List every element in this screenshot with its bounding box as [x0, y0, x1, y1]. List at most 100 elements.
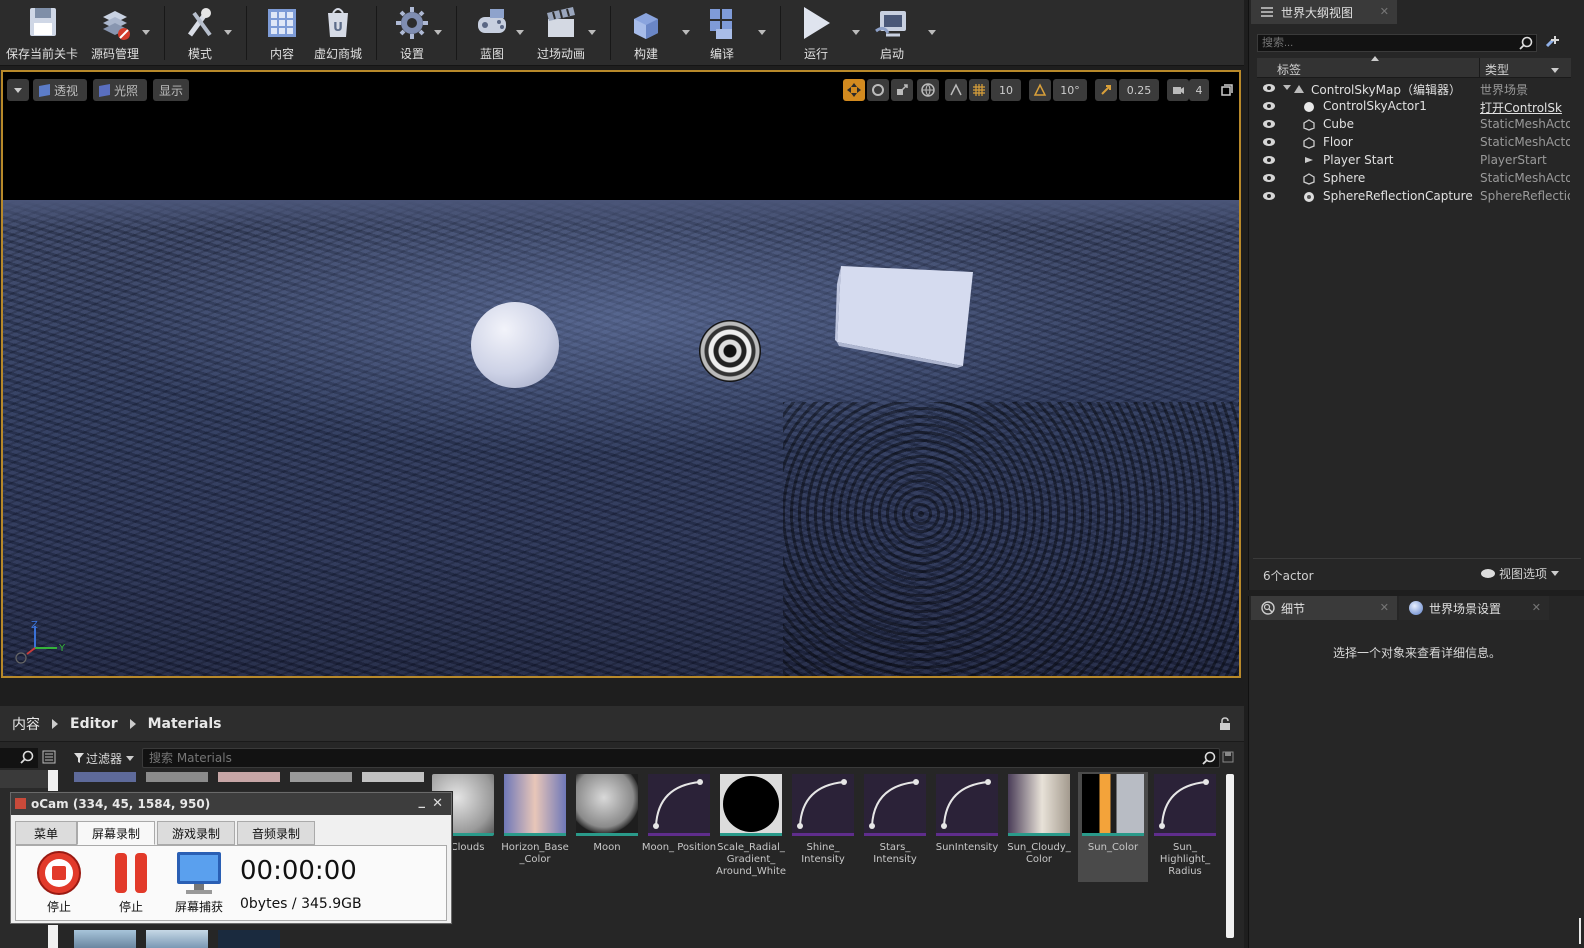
perspective-button[interactable]: 透视 [33, 79, 87, 101]
ocam-tab-screen-recording[interactable]: 屏幕录制 [77, 821, 155, 845]
lit-button[interactable]: 光照 [93, 79, 147, 101]
scale-snap-value[interactable]: 0.25 [1119, 79, 1159, 101]
column-label[interactable]: 标签 [1277, 61, 1301, 78]
ocam-tab-game-recording[interactable]: 游戏录制 [157, 821, 235, 845]
filter-button[interactable]: 过滤器 [74, 748, 135, 768]
sphere-actor[interactable] [471, 302, 559, 388]
build-button[interactable]: 构建 [626, 3, 666, 63]
close-icon[interactable]: ✕ [1380, 5, 1389, 18]
modes-dropdown[interactable] [224, 30, 232, 35]
outliner-search-input[interactable] [1257, 34, 1537, 52]
column-type[interactable]: 类型 [1485, 61, 1509, 78]
translate-mode-icon[interactable] [843, 79, 865, 101]
outliner-row-player-start[interactable]: Player Start PlayerStart [1257, 152, 1571, 170]
build-dropdown[interactable] [682, 30, 690, 35]
asset-tile[interactable]: Horizon_Base _Color [501, 772, 569, 882]
scale-mode-icon[interactable] [891, 79, 913, 101]
list-view-icon[interactable] [42, 750, 56, 767]
minimize-button[interactable]: _ [419, 794, 426, 809]
breadcrumb-content[interactable]: 内容 [12, 714, 40, 734]
view-options-button[interactable]: 视图选项 [1481, 565, 1560, 582]
eye-icon[interactable] [1263, 192, 1275, 200]
screen-capture-button[interactable]: 屏幕捕获 [174, 850, 224, 915]
eye-icon[interactable] [1263, 84, 1275, 92]
asset-tile[interactable]: Sun_Cloudy_ Color [1006, 772, 1072, 882]
cinematics-button[interactable]: 过场动画 [534, 3, 588, 63]
eye-icon[interactable] [1263, 138, 1275, 146]
asset-tile[interactable]: Shine_ Intensity [790, 772, 856, 882]
cinematics-dropdown[interactable] [588, 30, 596, 35]
settings-dropdown[interactable] [434, 30, 442, 35]
outliner-row-world[interactable]: ControlSkyMap（编辑器） 世界场景 [1257, 80, 1571, 98]
outliner-row-control-sky-actor[interactable]: ControlSkyActor1 打开ControlSk [1257, 98, 1571, 116]
pause-button[interactable]: 停止 [108, 850, 154, 915]
viewport-options-button[interactable] [7, 79, 29, 101]
save-current-level-button[interactable]: 保存当前关卡 [6, 3, 78, 63]
camera-speed-icon[interactable] [1167, 79, 1189, 101]
chevron-down-icon[interactable] [1551, 68, 1559, 73]
modes-button[interactable]: 模式 [178, 3, 222, 63]
asset-search-input[interactable] [142, 748, 1220, 768]
settings-button[interactable]: 设置 [392, 3, 432, 63]
asset-tile-selected[interactable]: Sun_Color [1078, 772, 1148, 882]
close-icon[interactable]: ✕ [1532, 601, 1541, 614]
outliner-row-sphere[interactable]: Sphere StaticMeshActo [1257, 170, 1571, 188]
blueprint-dropdown[interactable] [516, 30, 524, 35]
source-control-dropdown[interactable] [142, 30, 150, 35]
asset-tile[interactable]: Sun_ Highlight_ Radius [1152, 772, 1218, 882]
eye-icon[interactable] [1263, 156, 1275, 164]
ocam-tab-menu[interactable]: 菜单 [15, 821, 77, 845]
asset-grid-scrollbar[interactable] [1226, 774, 1234, 938]
world-settings-tab[interactable]: 世界场景设置 ✕ [1399, 596, 1549, 620]
blueprint-button[interactable]: 蓝图 [470, 3, 514, 63]
add-filter-icon[interactable] [1545, 34, 1561, 53]
compile-dropdown[interactable] [758, 30, 766, 35]
eye-icon[interactable] [1263, 174, 1275, 182]
eye-icon[interactable] [1263, 102, 1275, 110]
maximize-viewport-icon[interactable] [1217, 79, 1237, 101]
marketplace-button[interactable]: U 虚幻商城 [310, 3, 366, 63]
camera-speed-value[interactable]: 4 [1189, 79, 1209, 101]
content-button[interactable]: 内容 [260, 3, 304, 63]
show-button[interactable]: 显示 [153, 79, 189, 101]
world-outliner-tab[interactable]: 世界大纲视图 ✕ [1251, 0, 1397, 24]
world-space-icon[interactable] [917, 79, 939, 101]
close-icon[interactable]: ✕ [1380, 601, 1389, 614]
asset-tile[interactable]: Moon [574, 772, 640, 882]
ocam-window[interactable]: oCam (334, 45, 1584, 950) _ ✕ 菜单 屏幕录制 游戏… [10, 792, 452, 924]
scale-snap-icon[interactable] [1095, 79, 1117, 101]
ocam-title-bar[interactable]: oCam (334, 45, 1584, 950) _ ✕ [11, 793, 451, 815]
outliner-row-floor[interactable]: Floor StaticMeshActo [1257, 134, 1571, 152]
panel-resize-handle[interactable] [1559, 918, 1581, 944]
source-control-button[interactable]: 源码管理 [88, 3, 142, 63]
cube-actor[interactable] [835, 264, 975, 368]
play-button[interactable]: 运行 [794, 3, 838, 63]
save-search-icon[interactable] [1222, 751, 1234, 766]
eye-icon[interactable] [1263, 120, 1275, 128]
asset-tile[interactable]: SunIntensity [934, 772, 1000, 882]
asset-tile[interactable]: Stars_ Intensity [862, 772, 928, 882]
expand-arrow-icon[interactable] [1283, 85, 1291, 90]
stop-record-button[interactable]: 停止 [36, 850, 82, 915]
ocam-tab-audio-recording[interactable]: 音频录制 [237, 821, 315, 845]
details-tab[interactable]: 细节 ✕ [1251, 596, 1397, 620]
outliner-item-type-link[interactable]: 打开ControlSk [1480, 99, 1570, 116]
surface-snap-icon[interactable] [945, 79, 967, 101]
level-viewport[interactable]: 透视 光照 显示 10 10° 0.25 4 Z Y [1, 70, 1241, 678]
breadcrumb-editor[interactable]: Editor [70, 716, 118, 732]
play-dropdown[interactable] [852, 30, 860, 35]
launch-button[interactable]: 启动 [870, 3, 914, 63]
rotation-snap-icon[interactable] [1029, 79, 1051, 101]
asset-tile[interactable]: Moon_ Position [642, 772, 716, 882]
control-sky-actor[interactable] [699, 320, 761, 382]
outliner-row-cube[interactable]: Cube StaticMeshActo [1257, 116, 1571, 134]
launch-dropdown[interactable] [928, 30, 936, 35]
grid-snap-icon[interactable] [969, 79, 989, 101]
lock-icon[interactable] [1218, 717, 1232, 734]
breadcrumb-materials[interactable]: Materials [148, 716, 222, 732]
asset-tile[interactable]: Scale_Radial_ Gradient_ Around_White [716, 772, 786, 882]
grid-snap-value[interactable]: 10 [991, 79, 1021, 101]
outliner-row-sphere-reflection-capture[interactable]: SphereReflectionCapture SphereReflectio [1257, 188, 1571, 206]
rotate-mode-icon[interactable] [867, 79, 889, 101]
close-button[interactable]: ✕ [432, 796, 443, 811]
